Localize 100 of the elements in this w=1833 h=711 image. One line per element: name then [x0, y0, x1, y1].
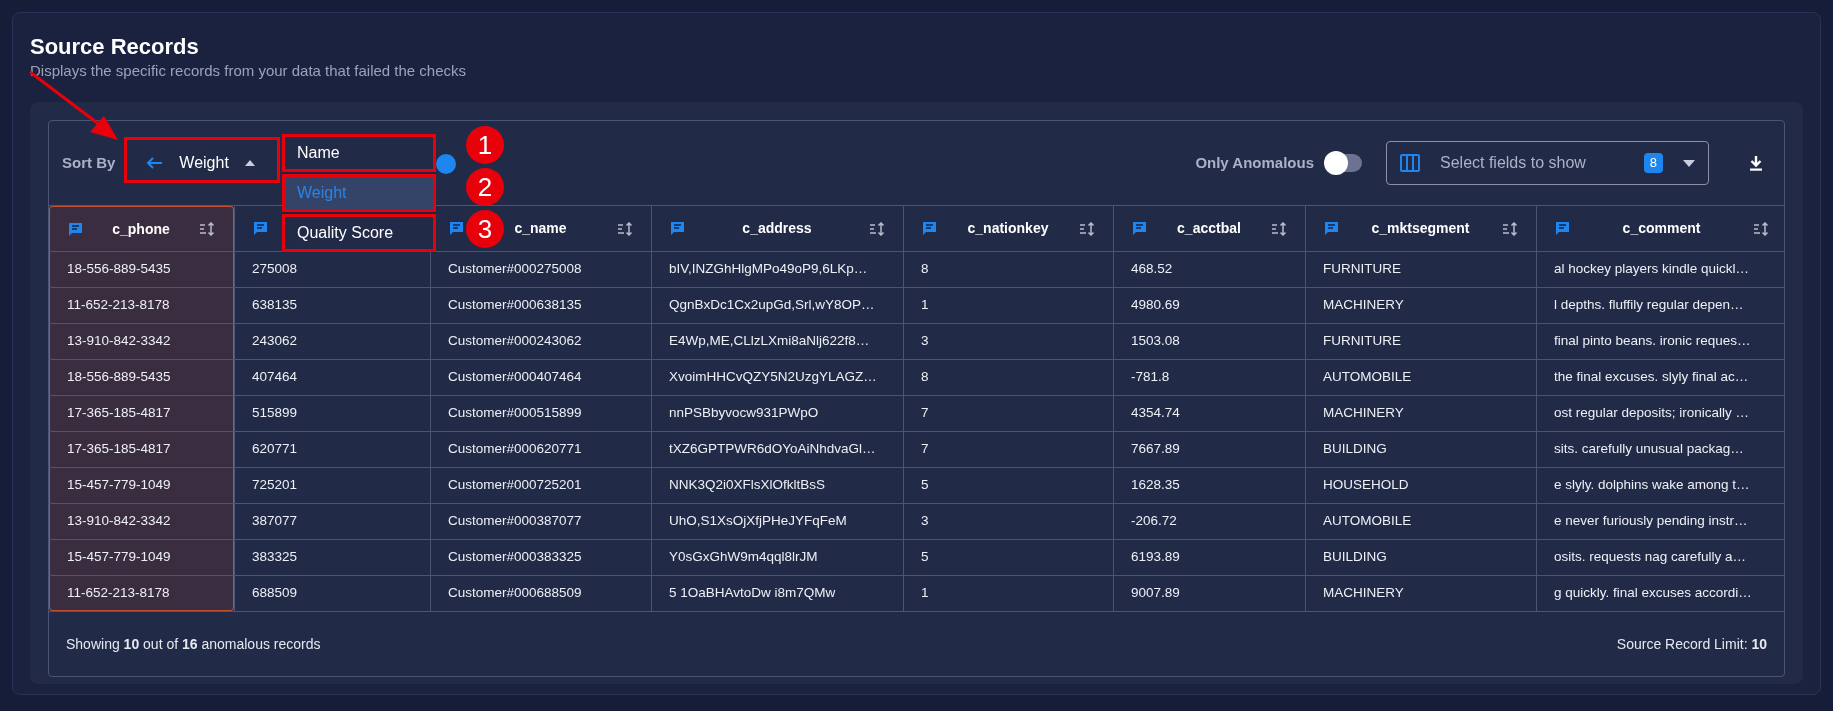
table-cell: FURNITURE	[1305, 324, 1536, 359]
table-cell: 6193.89	[1113, 540, 1305, 575]
table-cell: 11-652-213-8178	[49, 576, 234, 611]
table-cell: Customer#000407464	[430, 360, 651, 395]
table-cell: QgnBxDc1Cx2upGd,Srl,wY8OP…	[651, 288, 903, 323]
comment-icon[interactable]	[1555, 221, 1570, 236]
table-cell: 243062	[234, 324, 430, 359]
table-cell: 638135	[234, 288, 430, 323]
table-cell: 3	[903, 504, 1113, 539]
table-cell: Customer#000620771	[430, 432, 651, 467]
table-cell: final pinto beans. ironic reques…	[1536, 324, 1787, 359]
table-cell: -781.8	[1113, 360, 1305, 395]
table-cell: 7	[903, 396, 1113, 431]
only-anomalous-label: Only Anomalous	[1195, 152, 1314, 173]
caret-down-icon	[1683, 159, 1695, 167]
table-cell: the final excuses. slyly final ac…	[1536, 360, 1787, 395]
table-cell: Customer#000387077	[430, 504, 651, 539]
table-cell: 515899	[234, 396, 430, 431]
column-header[interactable]: c_acctbal	[1113, 206, 1305, 251]
table-cell: 1503.08	[1113, 324, 1305, 359]
download-icon[interactable]	[1749, 155, 1763, 171]
table-cell: 18-556-889-5435	[49, 360, 234, 395]
table-cell: tXZ6GPTPWR6dOYoAiNhdvaGl…	[651, 432, 903, 467]
table-cell: bIV,INZGhHlgMPo49oP9,6LKp…	[651, 252, 903, 287]
table-cell: Customer#000638135	[430, 288, 651, 323]
table-cell: 8	[903, 252, 1113, 287]
table-cell: E4Wp,ME,CLlzLXmi8aNlj622f8…	[651, 324, 903, 359]
table-cell: 1628.35	[1113, 468, 1305, 503]
sort-icon[interactable]	[1502, 221, 1518, 236]
table-cell: osits. requests nag carefully a…	[1536, 540, 1787, 575]
sort-option[interactable]: Name	[282, 134, 436, 172]
record-limit: Source Record Limit: 10	[1616, 634, 1767, 654]
comment-icon[interactable]	[1132, 221, 1147, 236]
only-anomalous-toggle[interactable]	[1326, 154, 1362, 172]
table-cell: Customer#000515899	[430, 396, 651, 431]
table-cell: NNK3Q2i0XFlsXlOfkltBsS	[651, 468, 903, 503]
table-cell: 620771	[234, 432, 430, 467]
table-cell: -206.72	[1113, 504, 1305, 539]
table-cell: 18-556-889-5435	[49, 252, 234, 287]
table-cell: 13-910-842-3342	[49, 504, 234, 539]
table-cell: 1	[903, 288, 1113, 323]
table-cell: 688509	[234, 576, 430, 611]
table-cell: MACHINERY	[1305, 288, 1536, 323]
column-header[interactable]: c_nationkey	[903, 206, 1113, 251]
sort-option[interactable]: Quality Score	[282, 214, 436, 252]
sort-icon[interactable]	[1079, 221, 1095, 236]
table-cell: 13-910-842-3342	[49, 324, 234, 359]
column-header[interactable]: c_address	[651, 206, 903, 251]
table-cell: 5	[903, 540, 1113, 575]
sort-label: Sort By	[62, 152, 116, 173]
table-cell: e never furiously pending instr…	[1536, 504, 1787, 539]
sort-icon[interactable]	[199, 222, 215, 236]
table-cell: Y0sGxGhW9m4qql8lrJM	[651, 540, 903, 575]
comment-icon[interactable]	[449, 221, 464, 236]
sort-icon[interactable]	[869, 221, 885, 236]
comment-icon[interactable]	[922, 221, 937, 236]
table-cell: al hockey players kindle quickl…	[1536, 252, 1787, 287]
column-header[interactable]: c_comment	[1536, 206, 1787, 251]
fields-placeholder: Select fields to show	[1440, 153, 1587, 173]
table-cell: 407464	[234, 360, 430, 395]
table-cell: Customer#000688509	[430, 576, 651, 611]
comment-icon[interactable]	[68, 221, 83, 237]
columns-icon	[1400, 154, 1420, 172]
caret-up-icon	[244, 160, 255, 166]
table-cell: 468.52	[1113, 252, 1305, 287]
table-cell: ost regular deposits; ironically …	[1536, 396, 1787, 431]
table-cell: 1	[903, 576, 1113, 611]
table-cell: g quickly. final excuses accordi…	[1536, 576, 1787, 611]
table-cell: 5 1OaBHAvtoDw i8m7QMw	[651, 576, 903, 611]
comment-icon[interactable]	[1324, 221, 1339, 236]
column-header[interactable]: c_phone	[49, 206, 234, 251]
records-summary: Showing 10 out of 16 anomalous records	[66, 634, 321, 654]
panel-title: Source Records	[30, 33, 200, 61]
table-cell: AUTOMOBILE	[1305, 504, 1536, 539]
table-cell: 15-457-779-1049	[49, 468, 234, 503]
table-cell: BUILDING	[1305, 432, 1536, 467]
sort-button[interactable]: Weight	[127, 142, 275, 184]
comment-icon[interactable]	[670, 221, 685, 236]
sort-icon[interactable]	[1271, 221, 1287, 236]
count-badge: 8	[1643, 153, 1663, 173]
table-cell: 17-365-185-4817	[49, 396, 234, 431]
arrow-left-icon	[147, 157, 164, 169]
table-cell: 17-365-185-4817	[49, 432, 234, 467]
table-cell: nnPSBbyvocw931PWpO	[651, 396, 903, 431]
table-cell: 383325	[234, 540, 430, 575]
table-cell: MACHINERY	[1305, 396, 1536, 431]
fields-select[interactable]: Select fields to show 8	[1386, 141, 1709, 185]
table-cell: 15-457-779-1049	[49, 540, 234, 575]
column-header[interactable]: c_mktsegment	[1305, 206, 1536, 251]
panel-subtitle: Displays the specific records from your data that failed the checks	[30, 61, 468, 81]
comment-icon[interactable]	[253, 221, 268, 236]
table-cell: 7667.89	[1113, 432, 1305, 467]
sort-icon[interactable]	[617, 221, 633, 236]
sort-icon[interactable]	[1753, 221, 1769, 236]
table-cell: XvoimHHCvQZY5N2UzgYLAGZ…	[651, 360, 903, 395]
table-cell: Customer#000383325	[430, 540, 651, 575]
table-cell: AUTOMOBILE	[1305, 360, 1536, 395]
table-cell: Customer#000725201	[430, 468, 651, 503]
table-cell: 3	[903, 324, 1113, 359]
table-cell: BUILDING	[1305, 540, 1536, 575]
